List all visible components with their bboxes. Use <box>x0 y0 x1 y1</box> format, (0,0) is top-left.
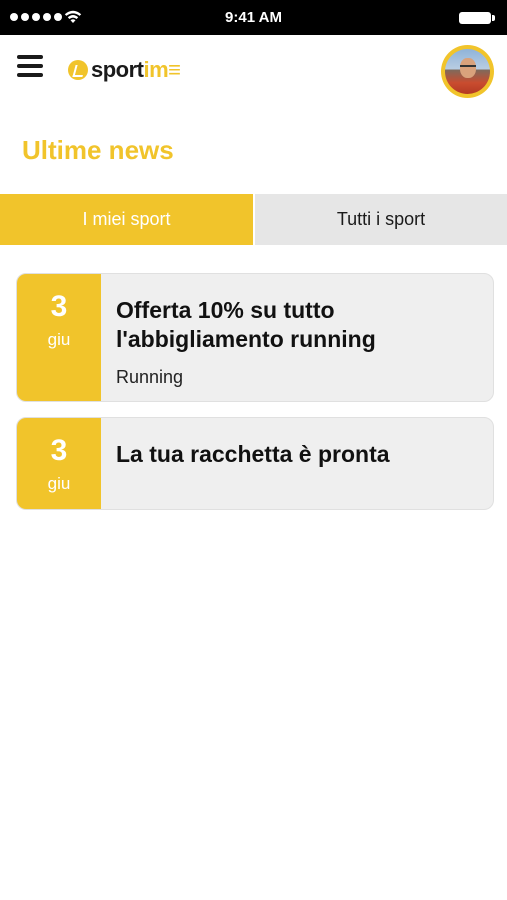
logo-text: sportim≡ <box>91 57 181 82</box>
news-card[interactable]: 3 giu La tua racchetta è pronta <box>16 417 494 510</box>
user-avatar[interactable] <box>441 45 494 98</box>
status-bar: 9:41 AM <box>0 0 507 35</box>
sportime-logo: sportim≡ <box>68 56 181 84</box>
app-screen: 9:41 AM sportim≡ Ultime news I miei spor… <box>0 0 507 900</box>
battery-icon <box>459 12 495 24</box>
sportime-logo-mark-icon <box>68 60 88 80</box>
avatar-photo <box>445 49 490 94</box>
hamburger-menu-icon[interactable] <box>17 55 43 77</box>
date-day: 3 <box>50 290 68 323</box>
news-content: Offerta 10% su tutto l'abbigliamento run… <box>101 274 493 401</box>
news-title: Offerta 10% su tutto l'abbigliamento run… <box>116 297 376 352</box>
tab-my-sports[interactable]: I miei sport <box>0 194 253 245</box>
date-badge: 3 giu <box>17 274 101 401</box>
page-title: Ultime news <box>22 135 174 165</box>
tab-all-sports[interactable]: Tutti i sport <box>253 194 507 245</box>
date-month: giu <box>47 330 71 349</box>
date-day: 3 <box>50 434 68 467</box>
news-card[interactable]: 3 giu Offerta 10% su tutto l'abbigliamen… <box>16 273 494 402</box>
sport-filter-tabs: I miei sport Tutti i sport <box>0 194 507 245</box>
news-content: La tua racchetta è pronta <box>101 418 404 509</box>
date-month: giu <box>47 474 71 493</box>
status-time: 9:41 AM <box>225 9 282 26</box>
news-title: La tua racchetta è pronta <box>116 441 390 467</box>
news-sport-tag: Running <box>116 367 184 387</box>
date-badge: 3 giu <box>17 418 101 509</box>
